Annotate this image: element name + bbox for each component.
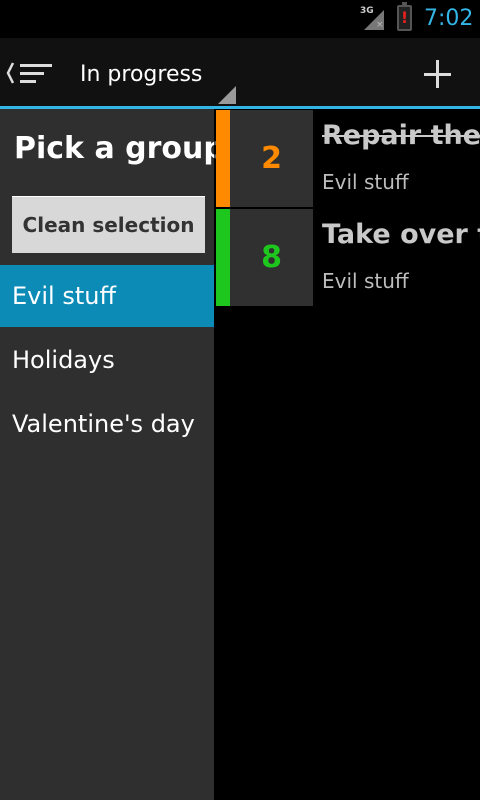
add-task-button[interactable] [414,54,462,94]
filter-selected-label: In progress [80,62,203,87]
clean-selection-button[interactable]: Clean selection [12,196,205,253]
status-clock: 7:02 [424,6,474,31]
group-item-holidays[interactable]: Holidays [0,329,214,391]
drawer-title: Pick a group [14,131,225,166]
battery-icon: ! [397,2,412,31]
task-group: Evil stuff [322,170,409,194]
action-bar: In progress [0,38,480,109]
group-drawer: Pick a group Clean selection Evil stuff … [0,109,225,800]
task-list: 2 Repair the " Evil stuff 8 Take over th… [216,110,480,308]
plus-icon [424,60,451,88]
task-title: Repair the " [322,120,480,151]
task-row[interactable]: 8 Take over th Evil stuff [216,209,480,306]
task-color-bar [216,110,230,207]
drawer-toggle-button[interactable] [4,58,56,88]
group-item-valentines-day[interactable]: Valentine's day [0,393,214,455]
task-row[interactable]: 2 Repair the " Evil stuff [216,110,480,207]
status-bar: 3G × ! 7:02 [0,0,480,38]
task-count: 8 [230,209,313,306]
filter-spinner[interactable]: In progress [66,52,236,104]
task-color-bar [216,209,230,306]
network-signal-icon: 3G × [360,6,384,30]
spinner-arrow-icon [218,86,236,104]
task-group: Evil stuff [322,269,409,293]
group-list: Evil stuff Holidays Valentine's day [0,265,214,457]
task-title: Take over th [322,219,480,250]
group-item-evil-stuff[interactable]: Evil stuff [0,265,214,327]
battery-alert-icon: ! [400,8,409,27]
drawer-toggle-icon [6,62,52,84]
task-count: 2 [230,110,313,207]
